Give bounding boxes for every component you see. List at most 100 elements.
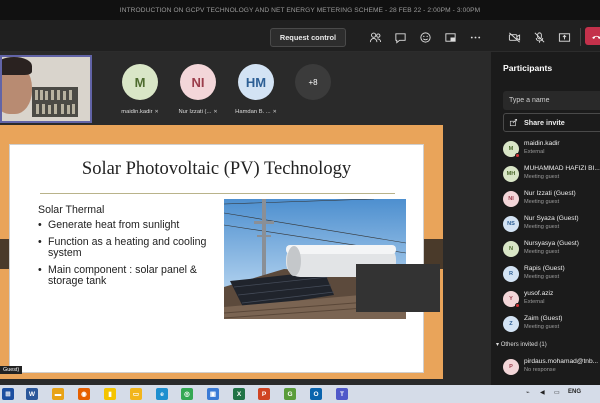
participant-role: Meeting guest xyxy=(524,324,560,330)
powerpoint-icon[interactable]: P xyxy=(258,388,270,400)
list-item[interactable]: NI Nur Izzati (Guest) Meeting guest xyxy=(503,188,600,212)
self-video-preview xyxy=(0,55,92,123)
participant-hair xyxy=(2,57,32,75)
explorer-icon[interactable]: ▭ xyxy=(130,388,142,400)
participant-search-input[interactable]: Type a name xyxy=(503,91,600,110)
presenter-overlay xyxy=(356,264,440,312)
language-indicator[interactable]: ENG xyxy=(568,389,581,395)
edge-icon[interactable]: e xyxy=(156,388,168,400)
bookshelf-background xyxy=(32,87,78,117)
participant-role: External xyxy=(524,299,545,305)
participant-name: maidin.kadir xyxy=(524,140,560,147)
windows-start-icon[interactable]: ⊞ xyxy=(2,388,14,400)
list-item[interactable]: Y yusof.aziz External xyxy=(503,288,600,312)
participant-role: Meeting guest xyxy=(524,199,560,205)
share-icon[interactable] xyxy=(557,30,571,44)
avatar: HM xyxy=(238,64,274,100)
avatar: R xyxy=(503,266,519,282)
mic-off-icon: ✕ xyxy=(154,109,159,115)
presenter-name-tag: Guest) xyxy=(0,366,23,374)
chat-icon[interactable] xyxy=(393,30,407,44)
people-icon[interactable] xyxy=(368,30,382,44)
battery-icon[interactable]: ▭ xyxy=(554,389,560,396)
slide-title: Solar Photovoltaic (PV) Technology xyxy=(81,159,352,179)
volume-icon[interactable]: ◀ xyxy=(540,389,545,396)
react-icon[interactable] xyxy=(418,30,432,44)
participant-role: Meeting guest xyxy=(524,174,560,180)
windows-taskbar: ⊞ W ▬ ◉ ▮ ▭ e ◎ ▣ X P G O T ⌁ ◀ ▭ ENG xyxy=(0,385,600,403)
avatar: MH xyxy=(503,166,519,182)
bullet-item: • Main component : solar panel & storage … xyxy=(38,263,197,287)
photos-icon[interactable]: ▣ xyxy=(207,388,219,400)
participant-role: Meeting guest xyxy=(524,224,560,230)
chrome-icon[interactable]: ◎ xyxy=(181,388,193,400)
participant-name: Nursyasya (Guest) xyxy=(524,240,579,247)
network-icon[interactable]: ⌁ xyxy=(526,389,530,396)
avatar: N xyxy=(503,241,519,257)
firefox-icon[interactable]: ◉ xyxy=(78,388,90,400)
list-item[interactable]: NS Nur Syaza (Guest) Meeting guest xyxy=(503,213,600,237)
status-icon xyxy=(515,153,520,158)
sticky-notes-icon[interactable]: ▮ xyxy=(104,388,116,400)
shared-screen: Solar Photovoltaic (PV) Technology Solar… xyxy=(0,125,443,379)
window-title: INTRODUCTION ON GCPV TECHNOLOGY AND NET … xyxy=(119,6,481,14)
participant-tile[interactable]: NI Nur Izzati (... ✕ xyxy=(178,64,218,115)
participant-role: Meeting guest xyxy=(524,249,560,255)
more-icon[interactable] xyxy=(468,30,482,44)
mic-off-icon: ✕ xyxy=(272,109,277,115)
list-item[interactable]: N Nursyasya (Guest) Meeting guest xyxy=(503,238,600,262)
participant-name: Rapis (Guest) xyxy=(524,265,565,272)
greenshot-icon[interactable]: G xyxy=(284,388,296,400)
mic-off-icon: ✕ xyxy=(213,109,218,115)
presentation-slide: Solar Photovoltaic (PV) Technology Solar… xyxy=(9,144,424,373)
share-invite-button[interactable]: Share invite xyxy=(503,113,600,132)
more-participants-badge[interactable]: +8 xyxy=(295,64,331,100)
toolbar-divider xyxy=(580,28,581,46)
share-icon xyxy=(509,118,518,127)
file-manager-icon[interactable]: ▬ xyxy=(52,388,64,400)
meeting-toolbar: Request control xyxy=(0,20,600,52)
word-icon[interactable]: W xyxy=(26,388,38,400)
list-item[interactable]: P pirdaus.mohamad@tnb... No response xyxy=(503,356,600,380)
list-item[interactable]: MH MUHAMMAD HAFIZI BI... Meeting guest xyxy=(503,163,600,187)
hang-up-button[interactable] xyxy=(585,27,600,45)
title-divider xyxy=(40,193,395,194)
camera-off-icon[interactable] xyxy=(507,30,521,44)
avatar: M xyxy=(122,64,158,100)
mic-off-icon[interactable] xyxy=(532,30,546,44)
participant-name: Zaim (Guest) xyxy=(524,315,563,322)
avatar: P xyxy=(503,359,519,375)
participant-name: Hamdan B. ... xyxy=(235,109,271,115)
participant-name: MUHAMMAD HAFIZI BI... xyxy=(524,165,600,172)
teams-icon[interactable]: T xyxy=(336,388,348,400)
bullet-list: • Generate heat from sunlight • Function a… xyxy=(38,219,218,293)
list-item[interactable]: M maidin.kadir External xyxy=(503,138,600,162)
participant-role: External xyxy=(524,149,545,155)
request-control-button[interactable]: Request control xyxy=(270,28,346,47)
outlook-icon[interactable]: O xyxy=(310,388,322,400)
participant-role: No response xyxy=(524,367,556,373)
avatar: NS xyxy=(503,216,519,232)
participant-role: Meeting guest xyxy=(524,274,560,280)
bullet-item: • Generate heat from sunlight xyxy=(38,219,180,231)
list-item[interactable]: Z Zaim (Guest) Meeting guest xyxy=(503,313,600,337)
avatar: NI xyxy=(503,191,519,207)
slide-subheading: Solar Thermal xyxy=(38,204,105,216)
status-icon xyxy=(515,303,520,308)
panel-title: Participants xyxy=(503,63,553,73)
avatar: Z xyxy=(503,316,519,332)
participants-panel: Participants Type a name Share invite M … xyxy=(490,52,600,385)
excel-icon[interactable]: X xyxy=(233,388,245,400)
rooms-icon[interactable] xyxy=(443,30,457,44)
participant-name: maidin.kadir xyxy=(121,109,153,115)
avatar: NI xyxy=(180,64,216,100)
window-title-bar: INTRODUCTION ON GCPV TECHNOLOGY AND NET … xyxy=(0,0,600,20)
participant-name: pirdaus.mohamad@tnb... xyxy=(524,358,599,365)
participant-tile[interactable]: HM Hamdan B. ... ✕ xyxy=(235,64,277,115)
participant-name: Nur Izzati (Guest) xyxy=(524,190,576,197)
participant-name: Nur Izzati (... xyxy=(178,109,212,115)
bullet-item: • Function as a heating and cooling syste… xyxy=(38,235,207,259)
others-invited-toggle[interactable]: ▾ Others invited (1) xyxy=(496,341,547,348)
list-item[interactable]: R Rapis (Guest) Meeting guest xyxy=(503,263,600,287)
participant-tile[interactable]: M maidin.kadir ✕ xyxy=(120,64,160,115)
